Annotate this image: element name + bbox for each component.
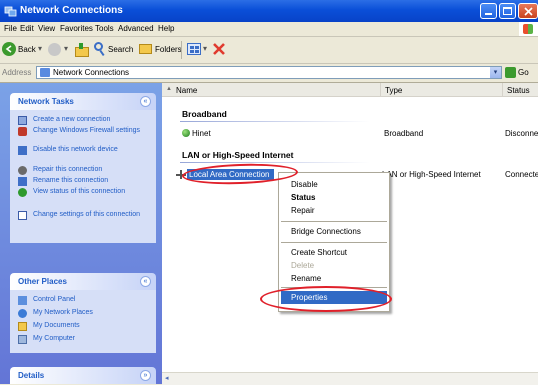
menu-item-bridge-connections[interactable]: Bridge Connections xyxy=(291,227,361,236)
network-tasks-title: Network Tasks xyxy=(18,97,74,106)
menu-help[interactable]: Help xyxy=(158,24,174,33)
column-status[interactable]: Status xyxy=(502,83,538,97)
menu-item-rename[interactable]: Rename xyxy=(291,274,321,283)
details-panel: Details » xyxy=(10,367,156,384)
menu-favorites[interactable]: Favorites xyxy=(60,24,93,33)
group-divider xyxy=(180,162,370,163)
menu-edit[interactable]: Edit xyxy=(20,24,34,33)
network-places-icon xyxy=(18,309,27,318)
collapse-chevron-icon[interactable]: « xyxy=(140,276,151,287)
menu-view[interactable]: View xyxy=(38,24,55,33)
other-places-body: Control Panel My Network Places My Docum… xyxy=(10,290,156,353)
connection-local-status: Connecte xyxy=(505,170,538,179)
address-label: Address xyxy=(2,68,32,77)
menu-separator xyxy=(281,221,387,222)
folders-icon[interactable] xyxy=(139,44,152,54)
network-connections-icon xyxy=(40,68,50,77)
scroll-left-icon[interactable]: ◂ xyxy=(165,374,169,382)
other-places-header[interactable]: Other Places « xyxy=(10,273,156,290)
address-value: Network Connections xyxy=(53,68,130,77)
connection-hinet-type: Broadband xyxy=(384,129,424,138)
address-dropdown-icon[interactable]: ▾ xyxy=(490,67,501,78)
column-name[interactable]: Name xyxy=(172,83,380,97)
views-icon[interactable] xyxy=(187,43,201,55)
views-dropdown-icon[interactable]: ▾ xyxy=(203,44,207,53)
disable-network-icon xyxy=(18,146,27,155)
details-header[interactable]: Details » xyxy=(10,367,156,384)
other-places-title: Other Places xyxy=(18,277,67,286)
search-icon[interactable] xyxy=(94,42,106,57)
menu-advanced[interactable]: Advanced xyxy=(118,24,154,33)
collapse-chevron-icon[interactable]: « xyxy=(140,96,151,107)
toolbar: Back ▾ ▾ Search Folders ▾ xyxy=(0,37,538,64)
back-button[interactable]: Back xyxy=(18,45,36,54)
menu-file[interactable]: File xyxy=(4,24,17,33)
windows-logo-icon xyxy=(519,22,538,36)
expand-chevron-icon[interactable]: » xyxy=(140,370,151,381)
menu-item-repair[interactable]: Repair xyxy=(291,206,315,215)
network-tasks-body: Create a new connection Change Windows F… xyxy=(10,110,156,243)
group-divider xyxy=(180,121,370,122)
network-tasks-header[interactable]: Network Tasks « xyxy=(10,93,156,110)
close-button[interactable] xyxy=(518,3,538,19)
maximize-icon xyxy=(503,7,512,15)
repair-icon xyxy=(18,166,27,175)
details-title: Details xyxy=(18,371,45,380)
close-icon xyxy=(524,7,533,16)
go-arrow-icon[interactable] xyxy=(505,67,516,78)
task-pane: Network Tasks « Create a new connection … xyxy=(0,83,162,384)
menu-tools[interactable]: Tools xyxy=(95,24,114,33)
rename-icon xyxy=(18,177,27,186)
broadband-connection-icon xyxy=(182,129,190,137)
address-field[interactable]: Network Connections ▾ xyxy=(36,66,502,79)
address-bar: Address Network Connections ▾ Go xyxy=(0,64,538,83)
my-documents-icon xyxy=(18,322,27,331)
status-icon xyxy=(18,188,27,197)
connection-hinet-status: Disconne xyxy=(505,129,538,138)
settings-page-icon xyxy=(18,211,27,220)
search-button[interactable]: Search xyxy=(108,45,133,54)
network-connections-icon xyxy=(4,6,17,17)
group-lan: LAN or High-Speed Internet xyxy=(182,150,294,160)
horizontal-scrollbar[interactable]: ◂ xyxy=(162,372,538,385)
maximize-button[interactable] xyxy=(499,3,516,19)
network-tasks-panel: Network Tasks « Create a new connection … xyxy=(10,93,156,243)
new-connection-icon xyxy=(18,116,27,125)
my-computer-icon xyxy=(18,335,27,344)
menu-item-create-shortcut[interactable]: Create Shortcut xyxy=(291,248,347,257)
menu-item-status[interactable]: Status xyxy=(291,193,315,202)
menu-item-delete: Delete xyxy=(291,261,315,270)
control-panel-icon xyxy=(18,296,27,305)
forward-arrow-icon[interactable] xyxy=(48,43,61,56)
group-broadband: Broadband xyxy=(182,109,227,119)
menu-separator xyxy=(281,242,387,243)
window-title: Network Connections xyxy=(20,5,123,16)
minimize-icon xyxy=(485,13,492,15)
menu-item-disable[interactable]: Disable xyxy=(291,180,318,189)
back-arrow-icon[interactable] xyxy=(2,42,16,56)
annotation-ellipse-properties xyxy=(260,286,392,312)
title-bar: Network Connections xyxy=(0,0,538,22)
toolbar-divider xyxy=(181,41,182,59)
connection-hinet-name[interactable]: Hinet xyxy=(192,129,211,138)
go-button[interactable]: Go xyxy=(518,68,529,77)
firewall-icon xyxy=(18,127,27,136)
delete-x-icon[interactable] xyxy=(212,42,226,56)
connection-local-type: LAN or High-Speed Internet xyxy=(382,170,481,179)
menu-bar: File Edit View Favorites Tools Advanced … xyxy=(0,22,538,37)
column-type[interactable]: Type xyxy=(380,83,502,97)
up-folder-icon[interactable] xyxy=(74,43,89,57)
other-places-panel: Other Places « Control Panel My Network … xyxy=(10,273,156,353)
minimize-button[interactable] xyxy=(480,3,497,19)
forward-dropdown-icon[interactable]: ▾ xyxy=(64,44,68,53)
back-dropdown-icon[interactable]: ▾ xyxy=(38,44,42,53)
folders-button[interactable]: Folders xyxy=(155,45,182,54)
